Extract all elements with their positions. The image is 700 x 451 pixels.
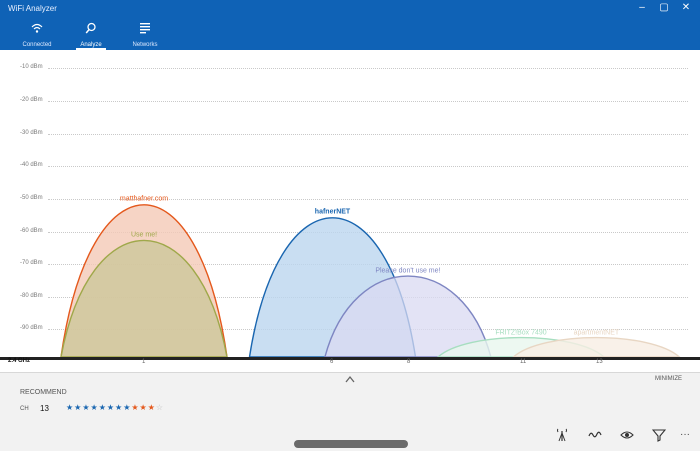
channel-tick: 1 [142, 359, 146, 365]
more-button[interactable]: ··· [680, 429, 690, 440]
channel-axis-line [0, 357, 700, 360]
band-label: 2.4 GHz [8, 358, 31, 364]
channel-value: 13 [40, 404, 49, 413]
network-label: FRITZ!Box 7490 [495, 329, 546, 336]
rating-star: ★ [106, 403, 115, 412]
rating-star: ★ [123, 403, 131, 412]
signal-tower-icon[interactable] [555, 428, 569, 442]
rating-star: ★ [82, 403, 90, 412]
rating-star: ☆ [155, 403, 164, 412]
minimize-button[interactable]: MINIMIZE [655, 376, 682, 382]
rating-stars: ★ ★ ★ ★ ★ ★ ★ ★ ★ ★ ★ ☆ [66, 403, 163, 413]
rating-star: ★ [147, 403, 155, 412]
channel-tick: 13 [596, 359, 603, 365]
rating-star: ★ [66, 403, 74, 412]
channel-label: CH [20, 406, 29, 412]
channel-tick: 6 [330, 359, 334, 365]
rating-star: ★ [139, 403, 147, 412]
channel-tick: 11 [520, 359, 527, 365]
eye-icon[interactable] [620, 428, 634, 442]
rating-star: ★ [115, 403, 123, 412]
rating-star: ★ [90, 403, 98, 412]
signal-chart: matthafner.com Use me! hafnerNET Please don… [60, 195, 682, 358]
network-label: Use me! [131, 231, 157, 238]
channel-tick: 8 [407, 359, 411, 365]
network-label: matthafner.com [120, 195, 168, 202]
rating-star: ★ [131, 403, 139, 412]
recommend-title: RECOMMEND [20, 389, 67, 396]
rating-star: ★ [98, 403, 106, 412]
pulse-icon[interactable] [588, 428, 602, 442]
chevron-up-icon[interactable] [345, 375, 355, 383]
rating-star: ★ [74, 403, 82, 412]
network-label: Please don't use me! [375, 267, 440, 274]
network-label: hafnerNET [315, 208, 351, 215]
drag-handle[interactable] [294, 440, 408, 448]
network-label: apartmentNET [574, 329, 620, 336]
network-curve [60, 240, 228, 358]
filter-icon[interactable] [652, 428, 666, 442]
